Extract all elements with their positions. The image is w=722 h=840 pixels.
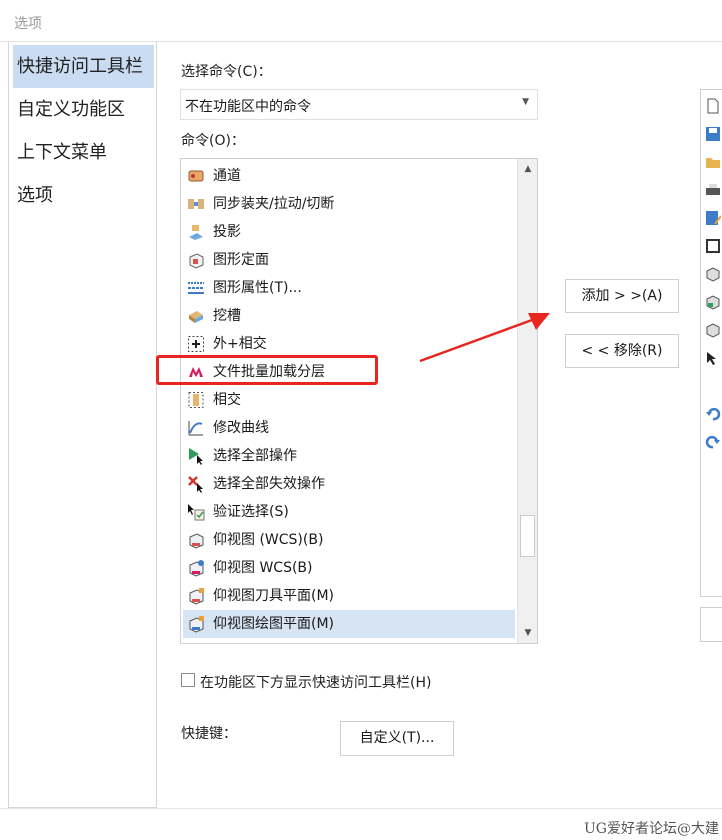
channel-icon — [188, 170, 204, 182]
projection-icon — [189, 225, 203, 240]
show-below-ribbon-label: 在功能区下方显示快速访问工具栏(H) — [200, 675, 432, 691]
list-item[interactable]: 修改曲线 — [183, 414, 515, 442]
scroll-up-arrow-icon[interactable]: ▲ — [519, 159, 537, 179]
nav-item-context-menu[interactable]: 上下文菜单 — [13, 131, 154, 174]
save-as-icon — [706, 211, 721, 225]
list-item[interactable]: 仰视图 (WCS)(B) — [183, 526, 515, 554]
cube-view-icon-3 — [706, 323, 720, 338]
scrollbar-thumb[interactable] — [520, 515, 535, 557]
list-item-selected[interactable]: 仰视图绘图平面(M) — [183, 610, 515, 638]
chevron-down-icon: ▼ — [522, 97, 529, 107]
list-item[interactable]: 仰视图 WCS(B) — [183, 554, 515, 582]
sync-clamp-icon — [188, 199, 204, 209]
cube-view-icon — [706, 267, 720, 282]
list-item[interactable]: 外+相交 — [183, 330, 515, 358]
show-below-ribbon-checkbox[interactable] — [181, 673, 195, 687]
list-item[interactable]: 挖槽 — [183, 302, 515, 330]
commands-label: 命令(O)： — [181, 133, 245, 149]
bottom-view-tool-plane-icon — [189, 588, 204, 605]
commands-list-scrollbar[interactable]: ▲ ▼ — [517, 159, 537, 643]
quick-access-toolbar-list[interactable] — [700, 89, 722, 597]
select-arrow-icon — [707, 352, 716, 365]
open-folder-icon — [706, 158, 720, 168]
list-item[interactable]: 同步装夹/拉动/切断 — [183, 190, 515, 218]
nav-item-options[interactable]: 选项 — [13, 174, 154, 217]
new-file-icon — [707, 98, 719, 114]
add-button[interactable]: 添加 > >(A) — [565, 279, 679, 313]
modify-curve-icon — [188, 421, 203, 436]
list-item[interactable]: 图形定面 — [183, 246, 515, 274]
intersect-icon — [188, 392, 204, 408]
graphic-plane-icon — [189, 253, 204, 269]
select-all-ops-icon — [189, 448, 203, 465]
choose-commands-label: 选择命令(C)： — [181, 64, 272, 80]
redo-icon — [705, 435, 720, 449]
outer-intersect-icon — [188, 336, 204, 352]
scroll-down-arrow-icon[interactable]: ▼ — [519, 623, 537, 643]
watermark-text: UG爱好者论坛@大建 — [584, 821, 719, 837]
list-item[interactable]: 通道 — [183, 162, 515, 190]
list-item[interactable]: 投影 — [183, 218, 515, 246]
save-icon — [706, 127, 720, 141]
list-item[interactable]: 验证选择(S) — [183, 498, 515, 526]
commands-list[interactable]: 通道 同步装夹/拉动/切断 投影 图形定面 图形属性(T)... 挖槽 外+相交… — [180, 158, 538, 644]
cube-view-icon-2 — [706, 295, 720, 310]
highlight-annotation-box — [156, 355, 378, 385]
fit-view-icon — [706, 239, 720, 253]
dropdown-value: 不在功能区中的命令 — [185, 99, 311, 115]
list-item[interactable]: 图形属性(T)... — [183, 274, 515, 302]
nav-item-customize-ribbon[interactable]: 自定义功能区 — [13, 88, 154, 131]
graphic-attributes-icon — [188, 282, 204, 294]
right-panel-button[interactable] — [700, 607, 722, 642]
list-item[interactable]: 选择全部操作 — [183, 442, 515, 470]
select-invalid-ops-icon — [188, 476, 203, 493]
bottom-view-wcs-b-icon — [189, 533, 204, 549]
undo-icon — [706, 407, 721, 421]
list-item[interactable]: 选择全部失效操作 — [183, 470, 515, 498]
window-title: 选项 — [14, 16, 42, 32]
bottom-view-wcs-icon — [189, 560, 204, 577]
list-item[interactable]: 仰视图刀具平面(M) — [183, 582, 515, 610]
bottom-view-draw-plane-icon — [189, 616, 204, 633]
customize-shortcut-button[interactable]: 自定义(T)... — [340, 721, 454, 756]
remove-button[interactable]: < < 移除(R) — [565, 334, 679, 368]
list-item[interactable]: 相交 — [183, 386, 515, 414]
window-title-bar: 选项 — [0, 0, 722, 42]
nav-item-quick-access[interactable]: 快捷访问工具栏 — [13, 45, 154, 88]
print-icon — [706, 184, 720, 195]
footer-divider — [0, 808, 722, 809]
commands-source-dropdown[interactable]: 不在功能区中的命令 ▼ — [180, 89, 538, 120]
pocket-icon — [189, 311, 203, 323]
shortcut-label: 快捷键： — [181, 726, 237, 742]
options-nav: 快捷访问工具栏 自定义功能区 上下文菜单 选项 — [8, 42, 157, 808]
verify-select-icon — [188, 504, 205, 521]
